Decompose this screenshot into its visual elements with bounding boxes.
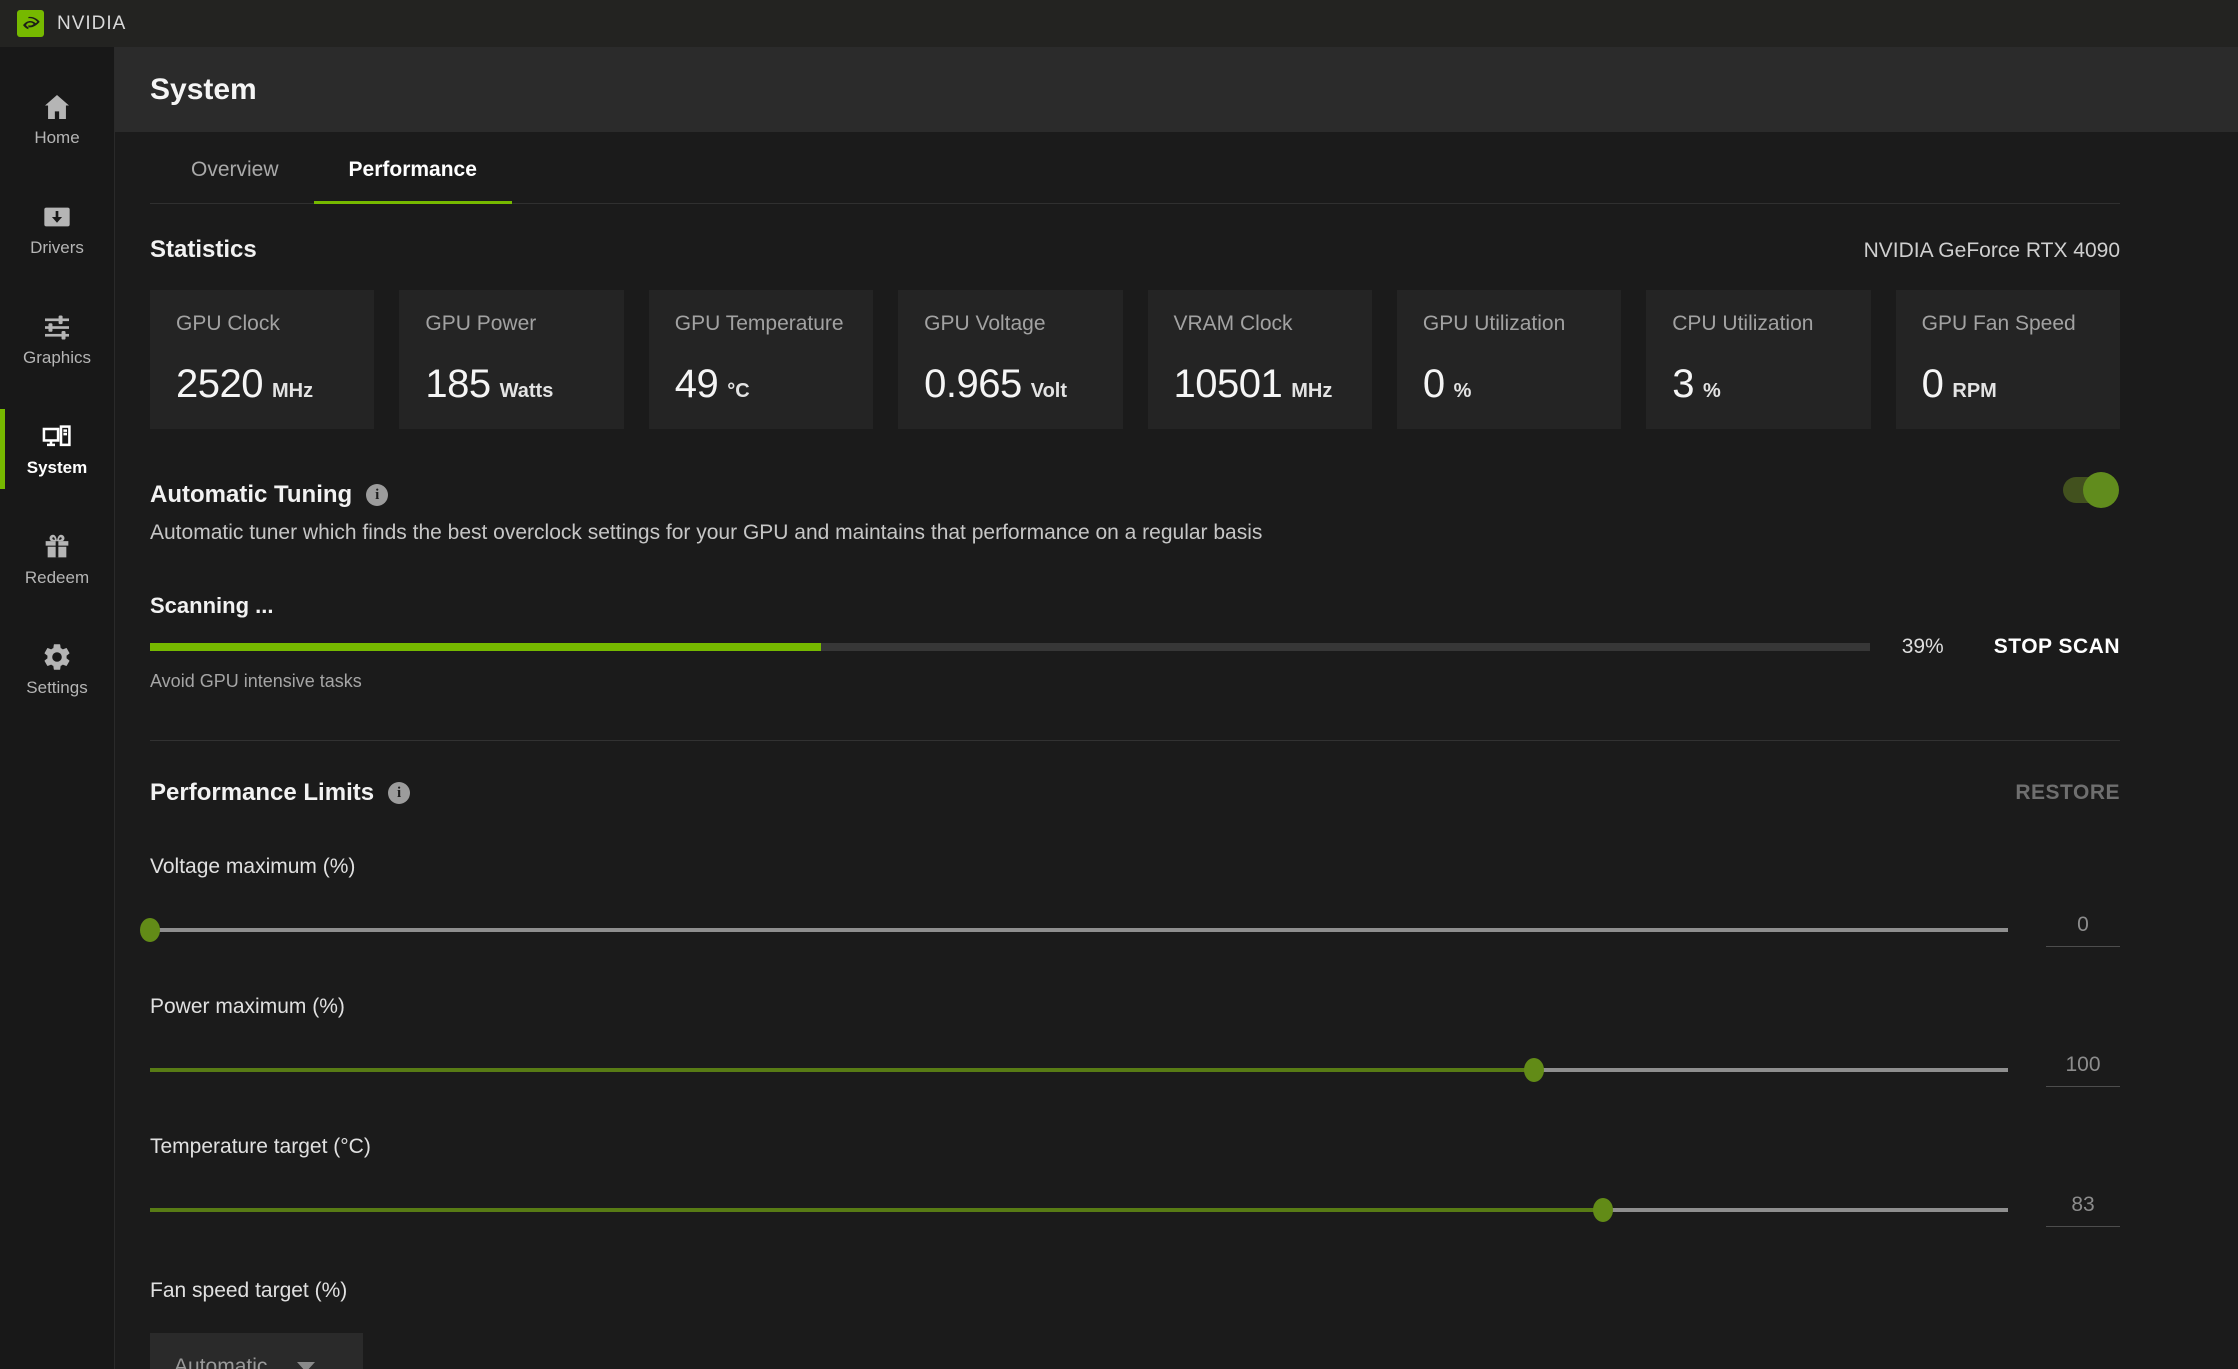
fan-speed-target-group: Fan speed target (%) Automatic: [150, 1279, 2120, 1369]
stat-unit: MHz: [1291, 380, 1333, 402]
power-maximum-slider[interactable]: [150, 1058, 2008, 1082]
sidebar-item-label: Settings: [26, 678, 88, 697]
info-icon[interactable]: i: [388, 782, 411, 804]
stat-unit: Volt: [1030, 380, 1068, 402]
slider-fill: [150, 1208, 1603, 1212]
power-maximum-value[interactable]: 100: [2046, 1053, 2120, 1087]
page-header: System: [115, 47, 2238, 132]
performance-limits-title: Performance Limits: [150, 779, 375, 806]
sidebar-nav: Home Drivers Graphics System Redeem Sett…: [0, 47, 115, 1369]
stat-card-gpu-fan-speed: GPU Fan Speed 0 RPM: [1895, 290, 2120, 429]
voltage-maximum-group: Voltage maximum (%) 0: [140, 855, 2120, 947]
system-computer-icon: [41, 421, 73, 453]
stat-card-vram-clock: VRAM Clock 10501 MHz: [1147, 290, 1372, 429]
sidebar-item-graphics[interactable]: Graphics: [0, 297, 114, 381]
tab-overview[interactable]: Overview: [156, 132, 314, 203]
stat-card-gpu-clock: GPU Clock 2520 MHz: [150, 290, 375, 429]
slider-label: Temperature target (°C): [150, 1135, 371, 1158]
nvidia-app-window: NVIDIA Home Drivers Graphics System Rede…: [0, 0, 2238, 1369]
stat-value: 2520: [176, 362, 263, 406]
stat-card-gpu-power: GPU Power 185 Watts: [399, 290, 624, 429]
stat-value: 0: [1422, 362, 1445, 406]
scan-status: Scanning ...: [150, 593, 274, 618]
fan-speed-dropdown-value: Automatic: [174, 1354, 268, 1369]
fan-speed-target-label: Fan speed target (%): [150, 1279, 348, 1302]
slider-label: Voltage maximum (%): [150, 855, 356, 878]
stat-value: 49: [674, 362, 719, 406]
automatic-tuning-title: Automatic Tuning: [150, 481, 353, 508]
stat-value: 0.965: [924, 362, 1022, 406]
toggle-knob: [2083, 472, 2119, 508]
chevron-down-icon: [297, 1361, 316, 1369]
restore-button[interactable]: RESTORE: [2015, 781, 2120, 805]
stat-card-gpu-voltage: GPU Voltage 0.965 Volt: [898, 290, 1123, 429]
scan-progress-bar: [150, 643, 1870, 651]
slider-fill: [150, 1068, 1535, 1072]
voltage-maximum-value[interactable]: 0: [2046, 913, 2120, 947]
app-title: NVIDIA: [57, 12, 127, 34]
stat-unit: °C: [727, 380, 750, 402]
page-title: System: [150, 72, 257, 106]
tab-performance[interactable]: Performance: [313, 132, 513, 204]
sidebar-item-system[interactable]: System: [0, 407, 114, 491]
scan-progress-fill: [150, 643, 821, 651]
temperature-target-value[interactable]: 83: [2046, 1193, 2120, 1227]
stat-value: 185: [425, 362, 491, 406]
tab-bar: Overview Performance: [150, 132, 2120, 204]
stat-unit: %: [1453, 380, 1472, 402]
stat-unit: %: [1703, 380, 1721, 402]
nvidia-logo-icon: [17, 10, 44, 37]
sidebar-item-settings[interactable]: Settings: [0, 627, 114, 711]
scan-progress-percent: 39%: [1901, 635, 1944, 658]
sidebar-item-label: Redeem: [24, 568, 90, 587]
titlebar: NVIDIA: [0, 0, 2238, 47]
slider-knob[interactable]: [1524, 1058, 1545, 1082]
stat-value: 10501: [1173, 362, 1283, 406]
scan-hint: Avoid GPU intensive tasks: [150, 671, 362, 691]
download-box-icon: [41, 201, 73, 233]
home-icon: [41, 91, 73, 123]
stat-card-gpu-temperature: GPU Temperature 49 °C: [648, 290, 874, 429]
gift-icon: [41, 531, 73, 563]
voltage-maximum-slider[interactable]: [140, 918, 2008, 942]
stop-scan-button[interactable]: STOP SCAN: [1994, 635, 2120, 659]
sidebar-item-label: System: [26, 458, 88, 477]
tune-sliders-icon: [41, 311, 73, 343]
gear-icon: [41, 641, 73, 673]
gpu-name: NVIDIA GeForce RTX 4090: [1863, 239, 2120, 262]
stat-card-cpu-utilization: CPU Utilization 3%: [1646, 290, 1871, 429]
stat-card-gpu-utilization: GPU Utilization 0%: [1396, 290, 1622, 429]
section-divider: [150, 740, 2120, 741]
stat-unit: Watts: [499, 380, 554, 402]
automatic-tuning-description: Automatic tuner which finds the best ove…: [150, 521, 1263, 544]
auto-tuning-toggle[interactable]: [2063, 472, 2119, 508]
slider-label: Power maximum (%): [150, 995, 345, 1018]
stat-value: 3: [1672, 362, 1694, 406]
fan-speed-dropdown[interactable]: Automatic: [150, 1333, 363, 1369]
system-performance-page: Overview Performance Statistics NVIDIA G…: [115, 132, 2238, 1369]
sidebar-item-label: Drivers: [30, 238, 84, 257]
statistics-title: Statistics: [150, 236, 257, 263]
stat-cards: GPU Clock 2520 MHz GPU Power 185 Watts GPU…: [150, 290, 2120, 429]
power-maximum-group: Power maximum (%) 100: [150, 995, 2120, 1087]
sidebar-item-drivers[interactable]: Drivers: [0, 187, 114, 271]
stat-unit: MHz: [271, 380, 314, 402]
stat-value: 0: [1921, 362, 1944, 406]
sidebar-item-redeem[interactable]: Redeem: [0, 517, 114, 601]
temperature-target-slider[interactable]: [150, 1198, 2008, 1222]
slider-knob[interactable]: [140, 918, 160, 942]
sidebar-item-label: Home: [34, 128, 80, 147]
sidebar-item-home[interactable]: Home: [0, 77, 114, 161]
info-icon[interactable]: i: [366, 484, 389, 506]
temperature-target-group: Temperature target (°C) 83: [150, 1135, 2120, 1227]
stat-unit: RPM: [1952, 380, 1997, 402]
slider-knob[interactable]: [1592, 1198, 1613, 1222]
sidebar-item-label: Graphics: [22, 348, 92, 367]
